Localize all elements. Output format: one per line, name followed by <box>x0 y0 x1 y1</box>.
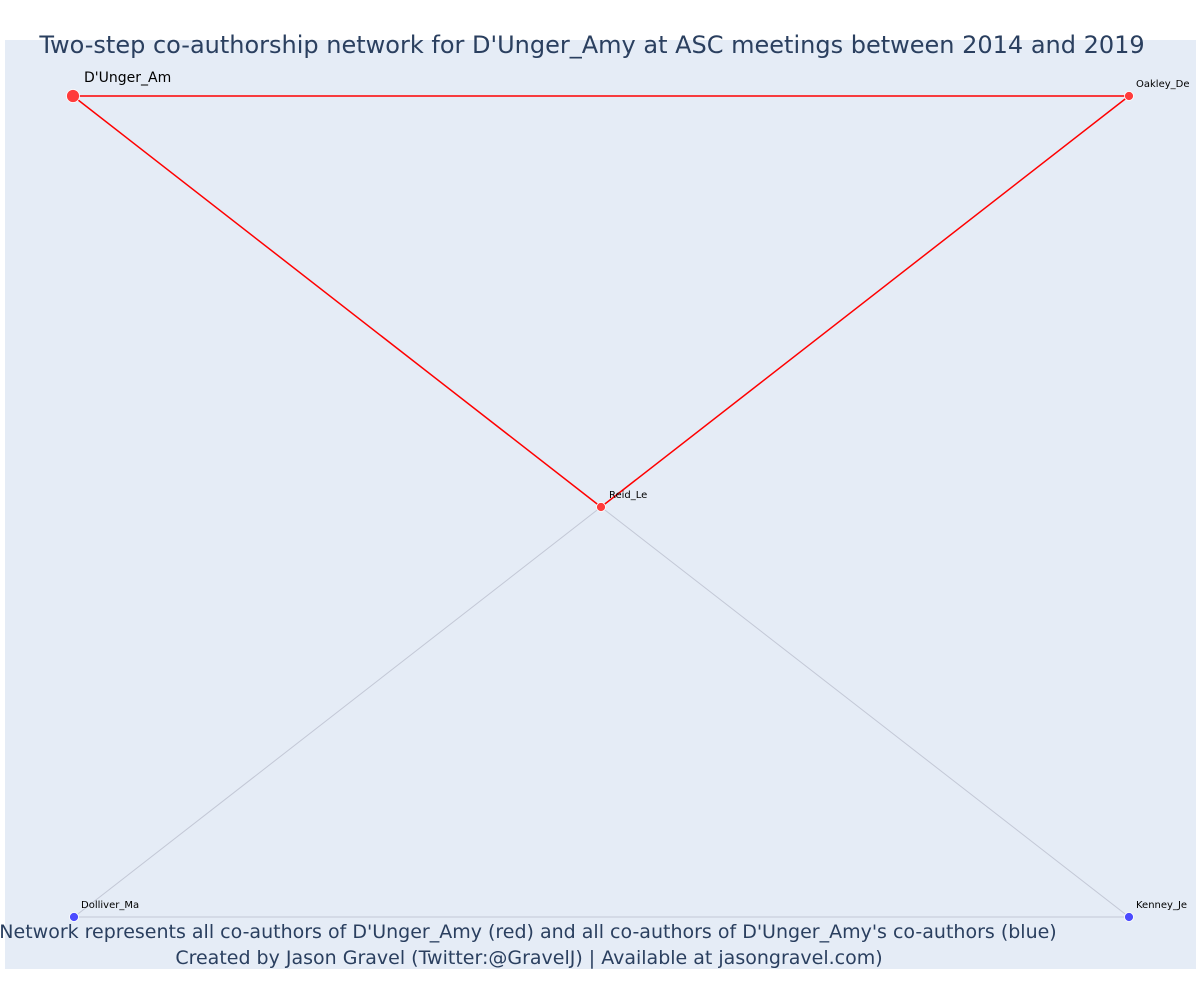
node-dunger[interactable] <box>66 89 80 103</box>
caption-line-1: Network represents all co-authors of D'U… <box>0 921 1057 943</box>
node-label-dolliver: Dolliver_Ma <box>81 900 139 911</box>
network-figure: D'Unger_Am Oakley_De Reid_Le Dolliver_Ma Ken… <box>0 0 1200 1000</box>
chart-title: Two-step co-authorship network for D'Ung… <box>38 31 1144 59</box>
node-label-dunger: D'Unger_Am <box>84 70 171 86</box>
node-label-reid: Reid_Le <box>609 490 647 501</box>
node-oakley[interactable] <box>1124 91 1134 101</box>
network-svg: D'Unger_Am Oakley_De Reid_Le Dolliver_Ma Ken… <box>0 31 1196 969</box>
node-label-oakley: Oakley_De <box>1136 79 1190 90</box>
caption-line-2: Created by Jason Gravel (Twitter:@Gravel… <box>175 947 882 969</box>
node-reid[interactable] <box>596 502 606 512</box>
node-label-kenney: Kenney_Je <box>1136 900 1187 911</box>
node-kenney[interactable] <box>1124 912 1134 922</box>
